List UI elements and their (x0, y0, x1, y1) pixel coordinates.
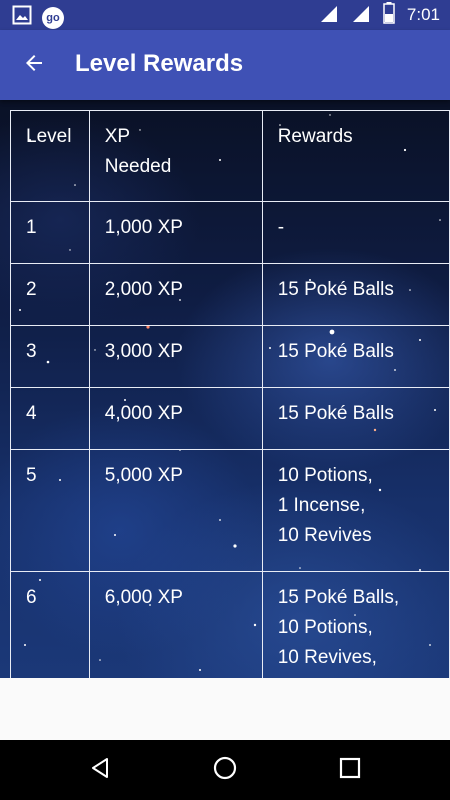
go-icon: go (42, 6, 64, 29)
status-bar: go 7:01 (0, 0, 450, 30)
table-row: 3 3,000 XP 15 Poké Balls (10, 325, 450, 388)
cell-rewards: 15 Poké Balls (261, 325, 450, 388)
level-rewards-table: Level XP Needed Rewards 1 1,000 XP - 2 2,… (10, 110, 450, 678)
page-title: Level Rewards (75, 50, 244, 77)
cell-rewards: 15 Poké Balls (261, 263, 450, 326)
cell-xp: 1,000 XP (88, 201, 263, 264)
app-toolbar: Level Rewards (0, 30, 450, 100)
cell-rewards: - (261, 201, 450, 264)
table-row: 5 5,000 XP 10 Potions, 1 Incense, 10 Reviv… (10, 449, 450, 572)
system-nav-bar (0, 740, 450, 800)
cell-xp: 5,000 XP (88, 449, 263, 572)
nav-recents-button[interactable] (334, 754, 366, 786)
cell-rewards: 15 Poké Balls (261, 387, 450, 450)
rewards-content[interactable]: Level XP Needed Rewards 1 1,000 XP - 2 2,… (0, 100, 450, 678)
table-row: 1 1,000 XP - (10, 201, 450, 264)
cell-rewards: 15 Poké Balls, 10 Potions, 10 Revives, (261, 571, 450, 678)
cell-level: 5 (10, 449, 90, 572)
signal-icon (351, 3, 371, 28)
nav-home-button[interactable] (209, 754, 241, 786)
cell-rewards: 10 Potions, 1 Incense, 10 Revives (261, 449, 450, 572)
header-xp-needed: XP Needed (88, 110, 263, 202)
table-header-row: Level XP Needed Rewards (10, 110, 450, 202)
cell-level: 4 (10, 387, 90, 450)
bottom-blank-area (0, 678, 450, 740)
nav-home-icon (212, 755, 238, 786)
back-button[interactable] (16, 47, 52, 83)
table-row: 4 4,000 XP 15 Poké Balls (10, 387, 450, 450)
battery-icon (383, 1, 395, 29)
status-left: go (12, 5, 64, 30)
cell-xp: 6,000 XP (88, 571, 263, 678)
image-icon (12, 5, 32, 30)
nav-back-icon (88, 756, 112, 785)
status-right: 7:01 (319, 0, 440, 30)
status-time: 7:01 (406, 5, 440, 24)
cell-level: 3 (10, 325, 90, 388)
cell-level: 2 (10, 263, 90, 326)
cell-level: 6 (10, 571, 90, 678)
cell-level: 1 (10, 201, 90, 264)
table-row: 2 2,000 XP 15 Poké Balls (10, 263, 450, 326)
header-level: Level (10, 110, 90, 202)
cell-xp: 4,000 XP (88, 387, 263, 450)
nav-recents-icon (339, 757, 361, 784)
cell-xp: 3,000 XP (88, 325, 263, 388)
table-row: 6 6,000 XP 15 Poké Balls, 10 Potions, 10 R… (10, 571, 450, 678)
nav-back-button[interactable] (84, 754, 116, 786)
cell-xp: 2,000 XP (88, 263, 263, 326)
header-rewards: Rewards (261, 110, 450, 202)
signal-icon (319, 3, 339, 28)
back-arrow-icon (22, 51, 46, 80)
